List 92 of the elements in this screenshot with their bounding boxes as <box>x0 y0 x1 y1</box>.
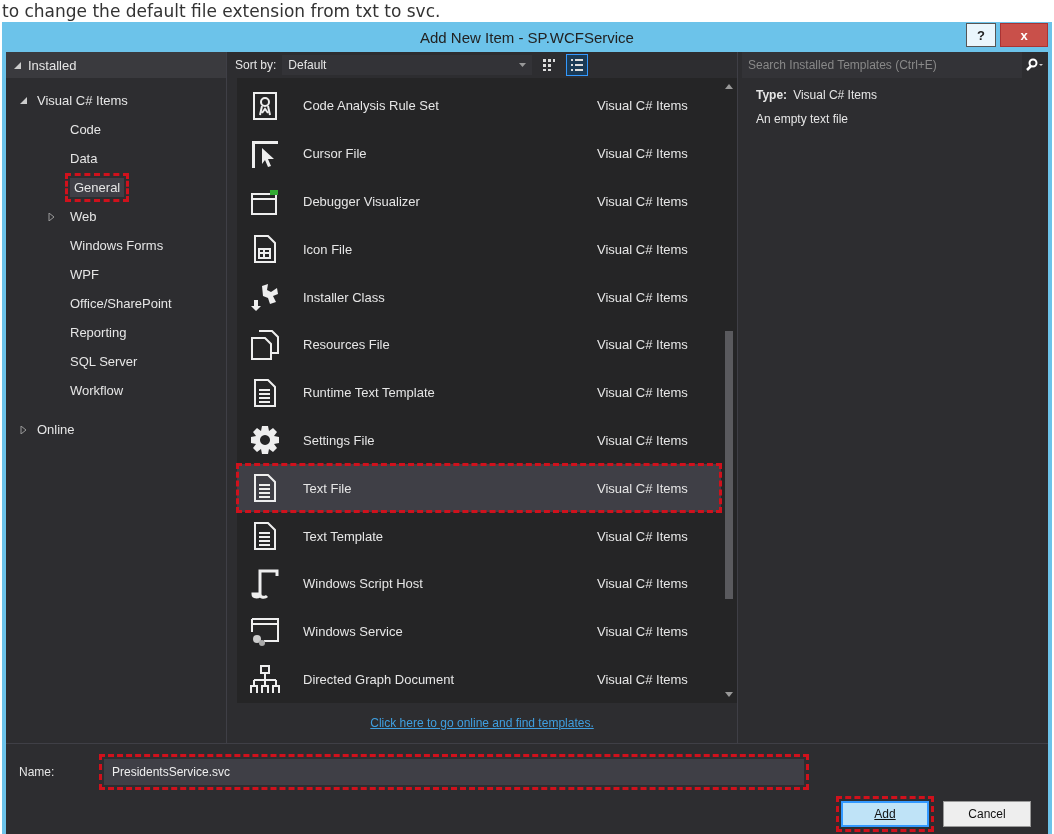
template-name: Text File <box>303 480 353 496</box>
window-title: Add New Item - SP.WCFService <box>420 28 634 46</box>
template-row[interactable]: Settings File Visual C# Items <box>237 416 721 465</box>
collapse-icon <box>14 61 21 69</box>
template-name: Debugger Visualizer <box>303 194 421 209</box>
expand-icon <box>20 425 27 434</box>
sort-dropdown[interactable]: Default <box>282 55 533 75</box>
template-name: Installer Class <box>303 289 386 305</box>
document-icon <box>253 377 277 408</box>
template-name: Directed Graph Document <box>303 671 455 687</box>
template-category: Visual C# Items <box>597 480 689 496</box>
scroll-up-icon[interactable] <box>725 84 733 89</box>
tree-item[interactable]: WPF <box>6 260 226 289</box>
expand-icon <box>48 212 55 221</box>
service-window-icon <box>250 616 280 647</box>
tree-item[interactable]: Data <box>6 144 226 173</box>
online-templates-link[interactable]: Click here to go online and find templates. <box>370 716 594 731</box>
template-row[interactable]: Directed Graph Document Visual C# Items <box>237 655 721 704</box>
collapse-icon <box>20 97 27 104</box>
template-category: Visual C# Items <box>597 289 689 305</box>
tree-item[interactable]: Visual C# Items <box>6 86 226 115</box>
template-row[interactable]: Windows Service Visual C# Items <box>237 607 721 656</box>
help-button[interactable]: ? <box>966 23 996 47</box>
template-category: Visual C# Items <box>597 146 689 162</box>
template-category: Visual C# Items <box>597 337 689 353</box>
name-label: Name: <box>19 765 56 780</box>
template-row[interactable]: Icon File Visual C# Items <box>237 225 721 274</box>
pages-icon <box>250 328 280 361</box>
template-name: Text Template <box>303 528 384 544</box>
tree-item[interactable]: Office/SharePoint <box>6 289 226 318</box>
template-name: Icon File <box>303 241 354 257</box>
close-button[interactable]: x <box>1000 23 1048 47</box>
template-row[interactable]: Text File Visual C# Items <box>237 464 721 513</box>
ribbon-icon <box>252 90 278 121</box>
tree-item[interactable]: Code <box>6 115 226 144</box>
template-category: Visual C# Items <box>597 624 689 640</box>
scroll-icon <box>251 567 279 600</box>
template-row[interactable]: Runtime Text Template Visual C# Items <box>237 368 721 417</box>
search-field[interactable]: Search Installed Templates (Ctrl+E) <box>742 52 1022 78</box>
tree-item[interactable]: Online <box>6 415 226 444</box>
settings-icon <box>250 425 280 456</box>
caret-icon <box>519 63 527 67</box>
cancel-button[interactable]: Cancel <box>943 801 1031 828</box>
template-category: Visual C# Items <box>597 432 689 448</box>
template-row[interactable]: Installer Class Visual C# Items <box>237 273 721 321</box>
arrows-icon <box>250 282 280 313</box>
template-category: Visual C# Items <box>597 98 689 114</box>
list-icon <box>570 58 585 72</box>
name-field[interactable]: PresidentsService.svc <box>104 759 804 786</box>
grid-icon <box>542 58 557 72</box>
tree-item[interactable]: Workflow <box>6 376 226 405</box>
tree-header-label: Installed <box>28 57 77 73</box>
template-row[interactable]: Code Analysis Rule Set Visual C# Items <box>237 82 721 130</box>
scrollbar-thumb[interactable] <box>725 331 733 600</box>
template-name: Windows Service <box>303 624 404 640</box>
template-name: Code Analysis Rule Set <box>303 98 440 114</box>
tree-item[interactable]: SQL Server <box>6 347 226 376</box>
tree-item[interactable]: Windows Forms <box>6 231 226 260</box>
template-name: Runtime Text Template <box>303 385 436 401</box>
description-text: An empty text file <box>756 112 850 126</box>
template-name: Resources File <box>303 337 391 353</box>
document-icon <box>253 473 277 504</box>
template-category: Visual C# Items <box>597 241 689 257</box>
scroll-down-icon[interactable] <box>725 692 733 698</box>
template-row[interactable]: Windows Script Host Visual C# Items <box>237 559 721 608</box>
tree-item[interactable]: Reporting <box>6 318 226 347</box>
add-button[interactable]: Add <box>841 801 929 828</box>
file-icon <box>253 234 277 265</box>
type-value: Visual C# Items <box>793 88 877 102</box>
template-name: Windows Script Host <box>303 576 424 592</box>
template-row[interactable]: Debugger Visualizer Visual C# Items <box>237 177 721 226</box>
type-label: Type: <box>756 88 788 102</box>
template-name: Settings File <box>303 432 376 448</box>
template-category: Visual C# Items <box>597 385 689 401</box>
tree-item[interactable]: General <box>6 173 226 202</box>
tree-header[interactable]: Installed <box>6 52 226 78</box>
search-icon <box>1024 58 1044 72</box>
tree-item[interactable]: Web <box>6 202 226 231</box>
template-category: Visual C# Items <box>597 528 689 544</box>
template-name: Cursor File <box>303 146 368 162</box>
hierarchy-icon <box>250 664 280 695</box>
document-icon <box>253 521 277 552</box>
template-row[interactable]: Resources File Visual C# Items <box>237 321 721 369</box>
list-view-button[interactable] <box>566 54 589 76</box>
cursor-icon <box>250 138 280 169</box>
template-category: Visual C# Items <box>597 576 689 592</box>
sort-label: Sort by: <box>235 58 277 72</box>
template-row[interactable]: Text Template Visual C# Items <box>237 512 721 560</box>
template-category: Visual C# Items <box>597 671 689 687</box>
template-row[interactable]: Cursor File Visual C# Items <box>237 129 721 178</box>
template-category: Visual C# Items <box>597 194 689 209</box>
caption-text: to change the default file extension from txt to svc. <box>1 0 442 22</box>
